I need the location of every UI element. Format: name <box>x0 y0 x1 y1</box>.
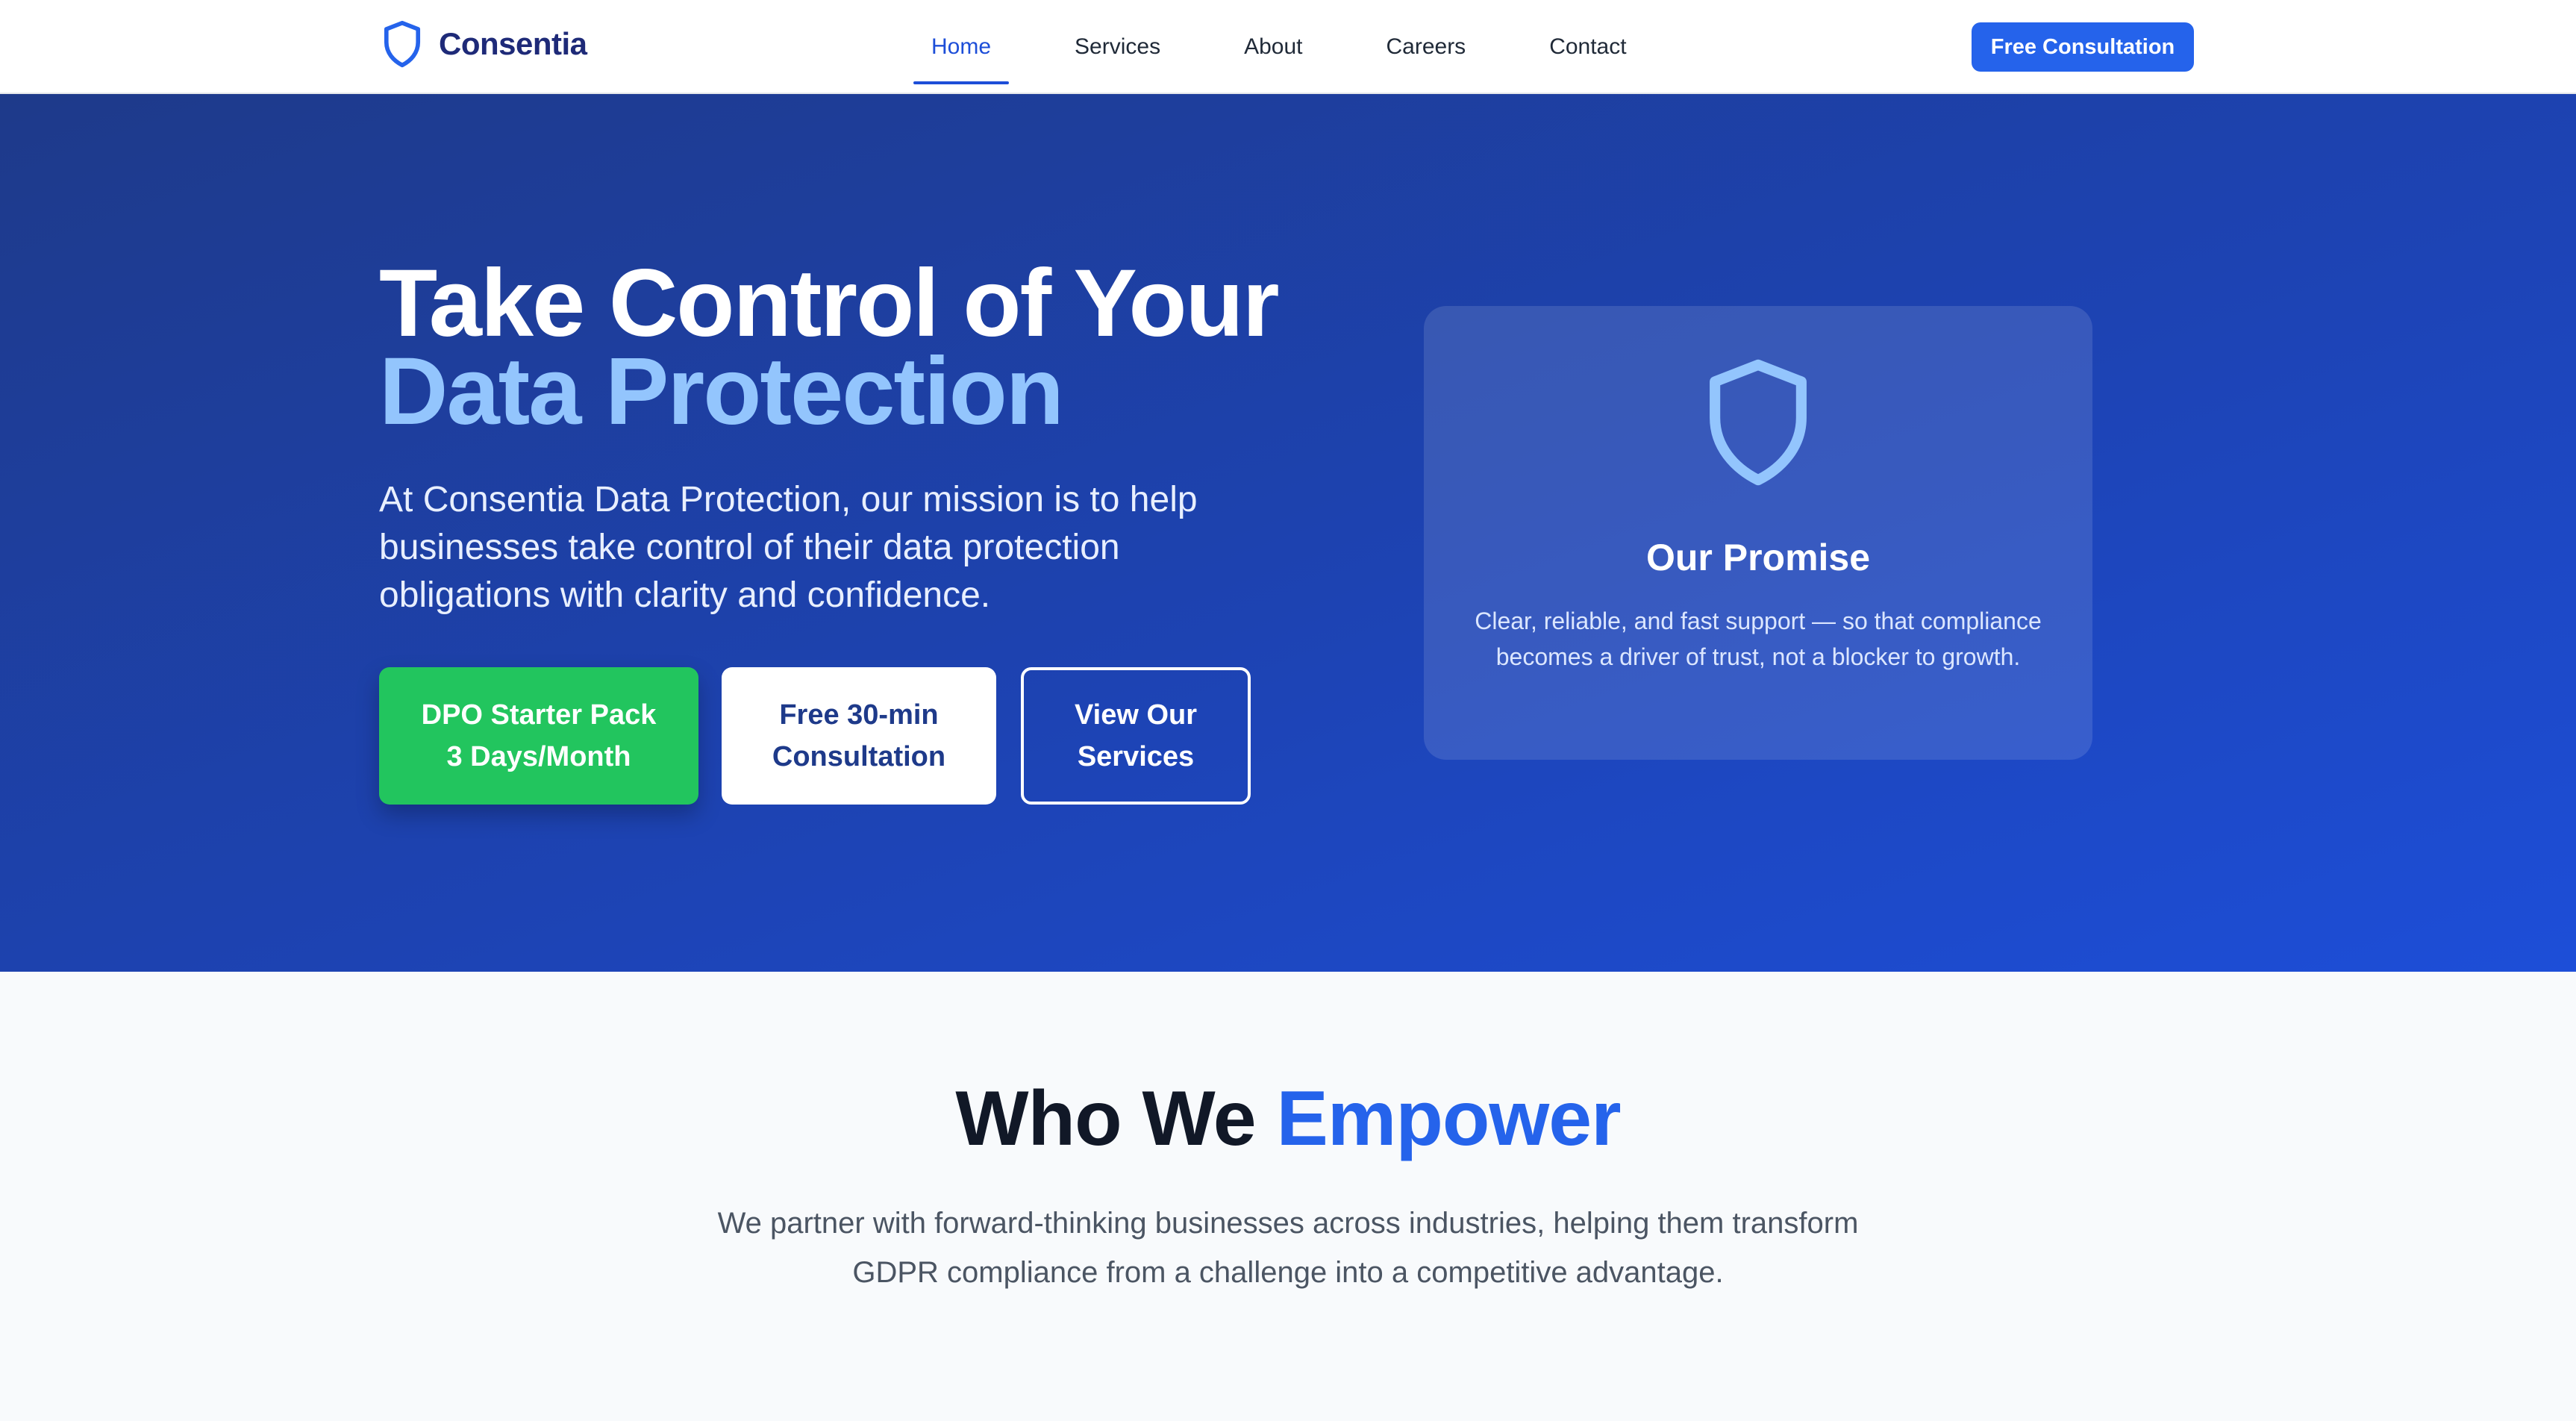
empower-description: We partner with forward-thinking busines… <box>717 1207 1859 1289</box>
nav-link-services[interactable]: Services <box>1057 10 1178 84</box>
promise-title: Our Promise <box>1645 537 1871 578</box>
hero-section: Take Control of Your Data Protection At … <box>0 94 2576 972</box>
promise-card: Our Promise Clear, reliable, and fast su… <box>1424 306 2092 760</box>
nav-link-careers[interactable]: Careers <box>1368 10 1484 84</box>
empower-title-accent: Empower <box>1276 1075 1622 1162</box>
empower-title-part1: Who We <box>955 1075 1256 1162</box>
shield-icon <box>1710 359 1807 486</box>
brand-name: Consentia <box>439 26 587 61</box>
nav-links: Home Services About Careers Contact <box>913 0 1692 94</box>
view-services-button[interactable]: View Our Services <box>1021 667 1251 805</box>
shield-icon <box>384 20 421 68</box>
promise-text: Clear, reliable, and fast support — so t… <box>1475 608 2042 670</box>
brand-logo[interactable]: Consentia <box>381 19 587 69</box>
dpo-starter-pack-label: DPO Starter Pack 3 Days/Month <box>421 699 657 772</box>
nav-link-home[interactable]: Home <box>913 10 1010 84</box>
hero-subtitle: At Consentia Data Protection, our missio… <box>379 480 1198 615</box>
view-services-label: View Our Services <box>1074 699 1198 772</box>
hero-title-line2: Data Protection <box>379 338 1064 445</box>
free-30min-consultation-button[interactable]: Free 30-min Consultation <box>722 667 996 805</box>
hero-title: Take Control of Your Data Protection <box>379 256 1279 445</box>
nav-link-contact[interactable]: Contact <box>1531 10 1644 84</box>
free-30min-consultation-label: Free 30-min Consultation <box>772 699 946 772</box>
top-navigation: Consentia Home Services About Careers Co… <box>0 0 2576 94</box>
dpo-starter-pack-button[interactable]: DPO Starter Pack 3 Days/Month <box>379 667 698 805</box>
nav-link-about[interactable]: About <box>1226 10 1320 84</box>
free-consultation-button[interactable]: Free Consultation <box>1972 22 2194 72</box>
empower-title: Who We Empower <box>0 1075 2576 1164</box>
